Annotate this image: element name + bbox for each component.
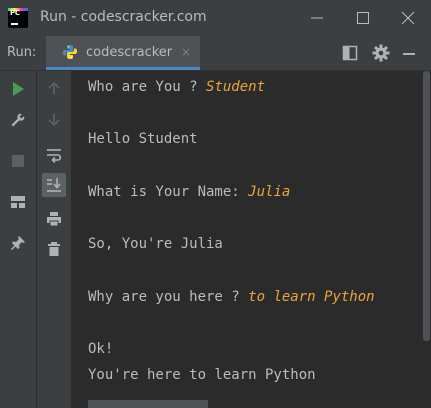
pycharm-logo-icon: PC [8,8,28,28]
console-user-input: Student [206,79,266,95]
console-output[interactable]: Who are You ? Student Hello Student What… [71,71,421,408]
print-icon [47,212,61,227]
layout-icon[interactable] [342,45,358,61]
up-arrow-icon [48,81,60,94]
soft-wrap-icon [47,149,62,163]
minimize-button[interactable] [294,0,340,36]
down-arrow-icon [48,114,60,127]
active-tab-indicator [46,67,200,70]
scrollbar-thumb[interactable] [423,71,430,341]
pin-icon [11,236,25,250]
run-button[interactable] [6,77,30,101]
maximize-button[interactable] [340,0,386,36]
pycharm-run-window: PC Run - codescracker.com Run: codescrac… [0,0,431,408]
console-line: What is Your Name: Julia [88,184,290,200]
gear-icon[interactable] [372,44,390,62]
wrench-icon [11,113,25,127]
previous-occurrence-button[interactable] [42,76,66,100]
close-button[interactable] [385,0,431,36]
console-line: Hello Student [88,131,198,147]
console-prompt: Who are You ? [88,79,207,95]
horizontal-scrollbar[interactable] [88,400,208,408]
rerun-settings-button[interactable] [6,108,30,132]
pin-tab-button[interactable] [6,231,30,255]
tab-label: codescracker [86,45,173,60]
hide-icon[interactable] [402,52,416,56]
clear-all-button[interactable] [42,237,66,261]
console-line: Who are You ? Student [88,79,265,95]
trash-icon [48,242,60,256]
title-bar: PC Run - codescracker.com [0,0,431,36]
minimize-icon [311,17,323,19]
console-prompt: Why are you here ? [88,289,249,305]
scroll-to-end-button[interactable] [42,173,66,197]
run-label: Run: [7,45,37,60]
console-line: So, You're Julia [88,236,223,252]
stop-icon [12,155,24,167]
next-occurrence-button[interactable] [42,108,66,132]
tab-close-icon[interactable]: × [181,45,191,59]
close-icon [401,11,415,25]
console-line: Ok! [88,341,114,357]
run-icon [13,82,24,96]
python-icon [63,45,77,59]
console-prompt: What is Your Name: [88,184,249,200]
console-user-input: Julia [248,184,291,200]
vertical-scrollbar[interactable] [421,71,431,408]
window-title: Run - codescracker.com [40,9,207,25]
soft-wrap-button[interactable] [42,143,66,167]
console-user-input: to learn Python [248,289,375,305]
tab-codescracker[interactable]: codescracker × [46,36,200,70]
console-line: Why are you here ? to learn Python [88,289,375,305]
restore-layout-button[interactable] [6,190,30,214]
logo-text: PC [10,9,20,17]
print-button[interactable] [42,207,66,231]
layout-icon [11,196,25,208]
run-tool-header: Run: codescracker × [0,36,431,71]
run-controls-toolbar [0,71,37,408]
maximize-icon [357,12,369,24]
console-line: You're here to learn Python [88,367,316,383]
stop-button[interactable] [6,149,30,173]
console-actions-toolbar [37,71,71,408]
scroll-to-end-icon [47,178,61,192]
